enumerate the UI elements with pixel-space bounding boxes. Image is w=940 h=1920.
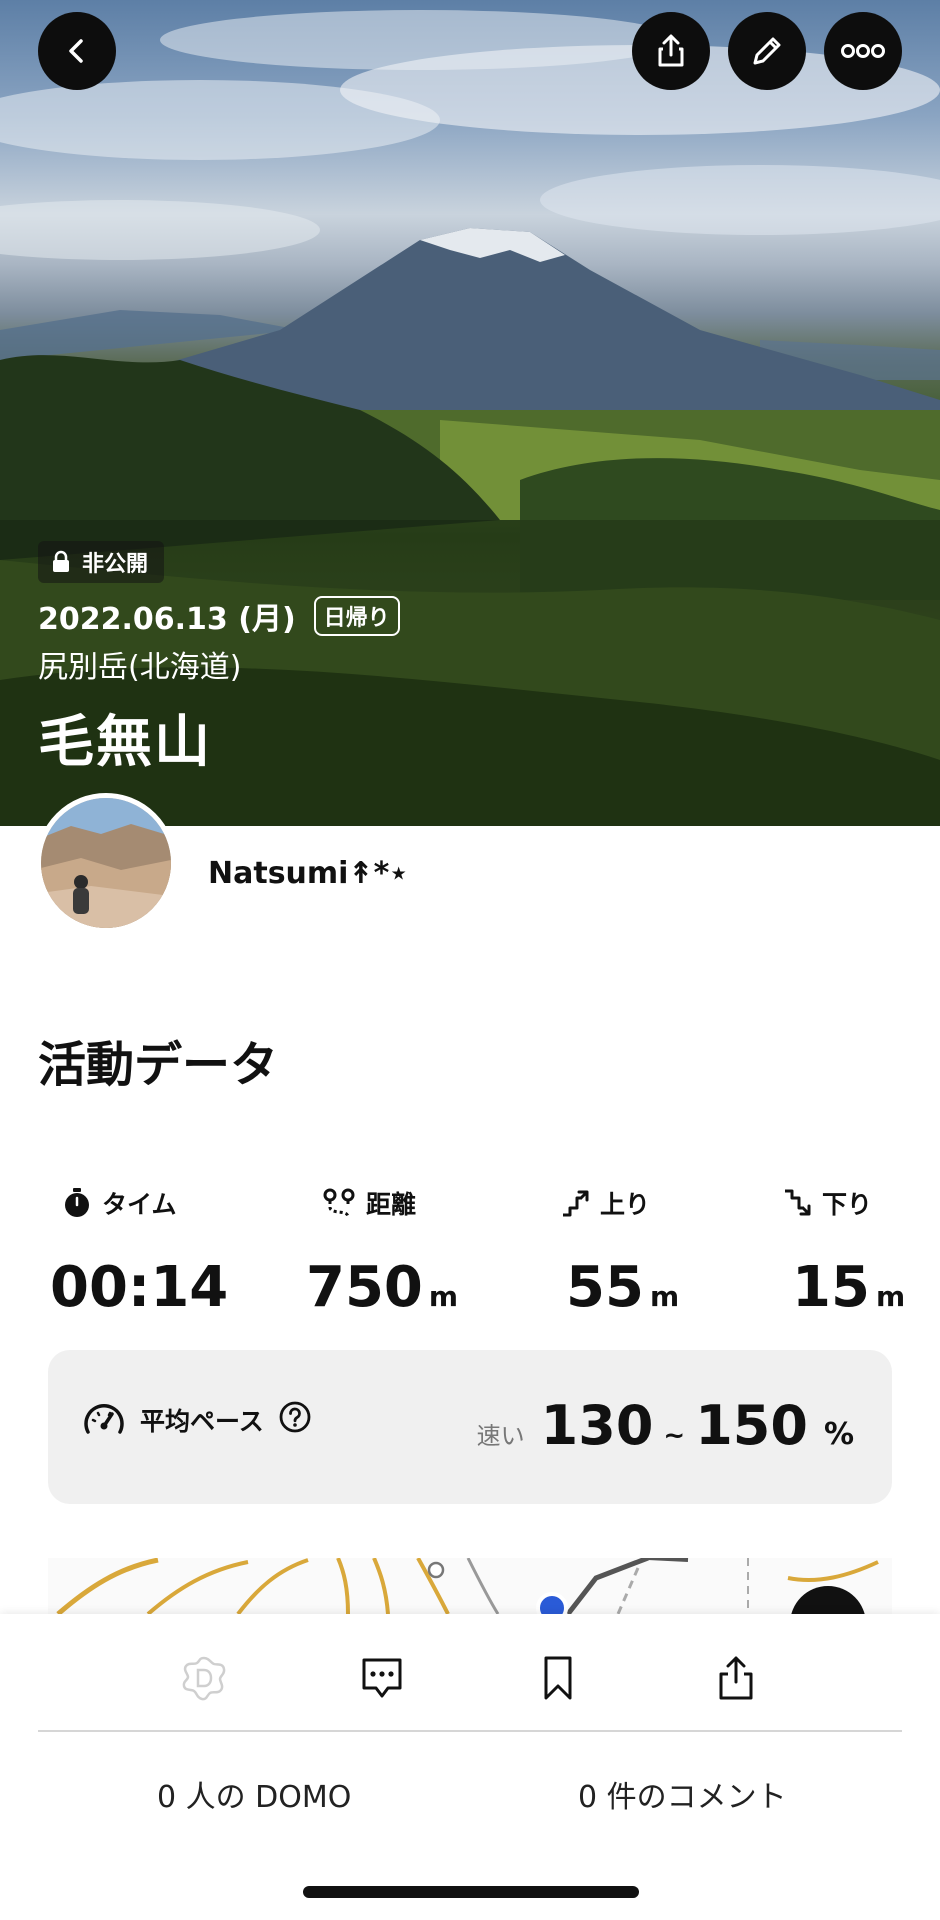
trip-type-badge: 日帰り — [313, 596, 400, 636]
stat-descent-unit: m — [875, 1280, 906, 1313]
pace-separator: ~ — [663, 1421, 686, 1451]
avatar[interactable] — [36, 793, 176, 933]
activity-date-row: 2022.06.13 (月) 日帰り — [38, 594, 400, 638]
avatar-photo — [41, 798, 171, 928]
bookmark-icon — [544, 1656, 572, 1700]
speedometer-icon — [84, 1404, 124, 1434]
user-name[interactable]: Natsumi↟*⋆ — [208, 856, 408, 891]
average-pace-card: 平均ペース 速い 130 ~ 150 % — [48, 1350, 892, 1504]
pace-speed-word: 速い — [476, 1422, 525, 1450]
help-button[interactable] — [278, 1400, 312, 1440]
home-indicator — [303, 1886, 639, 1898]
activity-date: 2022.06.13 (月) — [38, 602, 296, 637]
average-pace-label: 平均ペース — [140, 1407, 264, 1436]
stopwatch-icon — [65, 1188, 89, 1217]
comment-bubble-icon — [362, 1658, 402, 1698]
domo-flower-icon — [182, 1656, 226, 1701]
share-bottom-button[interactable] — [706, 1648, 766, 1708]
domo-button[interactable] — [174, 1648, 234, 1708]
stat-descent-label: 下り — [822, 1190, 873, 1219]
share-button[interactable] — [632, 12, 710, 90]
route-map[interactable] — [48, 1558, 892, 1614]
bottom-action-bar: 0 人の DOMO 0 件のコメント — [0, 1614, 940, 1920]
pace-max: 150 — [695, 1394, 808, 1457]
stat-distance-value: 750 — [306, 1255, 423, 1320]
lock-icon — [53, 550, 69, 572]
stat-time-label: タイム — [102, 1190, 177, 1219]
stat-ascent-value: 55 — [566, 1255, 644, 1320]
pencil-icon — [753, 37, 781, 65]
comment-button[interactable] — [352, 1648, 412, 1708]
ascent-icon — [563, 1190, 589, 1217]
stat-ascent-unit: m — [649, 1280, 680, 1313]
privacy-badge: 非公開 — [38, 541, 165, 583]
stat-distance: 距離 750 m — [306, 1185, 458, 1320]
hero-photo: 非公開 2022.06.13 (月) 日帰り 尻別岳(北海道) 毛無山 — [0, 0, 940, 826]
route-distance-icon — [323, 1188, 355, 1218]
question-circle-icon — [279, 1401, 311, 1433]
stat-distance-label: 距離 — [366, 1190, 417, 1219]
more-button[interactable] — [824, 12, 902, 90]
back-button[interactable] — [38, 12, 116, 90]
comment-count[interactable]: 0 件のコメント — [578, 1772, 787, 1816]
stat-ascent: 上り 55 m — [560, 1185, 679, 1320]
more-horizontal-icon — [841, 44, 885, 58]
privacy-label: 非公開 — [82, 552, 149, 577]
stat-descent: 下り 15 m — [782, 1185, 905, 1320]
edit-button[interactable] — [728, 12, 806, 90]
activity-section-title: 活動データ — [38, 1037, 279, 1093]
chevron-left-icon — [69, 39, 83, 63]
bottom-bar-divider — [38, 1730, 902, 1732]
pace-min: 130 — [540, 1394, 654, 1457]
stat-ascent-label: 上り — [600, 1190, 651, 1219]
map-contours — [56, 1558, 879, 1614]
bookmark-button[interactable] — [528, 1648, 588, 1708]
stat-time-value: 00:14 — [50, 1255, 229, 1320]
stat-distance-unit: m — [428, 1280, 459, 1313]
mountain-title: 毛無山 — [38, 710, 212, 775]
stat-time: タイム 00:14 — [50, 1185, 228, 1320]
stat-descent-value: 15 — [792, 1255, 870, 1320]
descent-icon — [785, 1189, 811, 1216]
pace-unit: % — [823, 1417, 854, 1452]
area-name: 尻別岳(北海道) — [38, 650, 242, 685]
domo-count[interactable]: 0 人の DOMO — [157, 1772, 351, 1816]
share-icon — [658, 34, 684, 67]
share-icon — [719, 1656, 753, 1700]
